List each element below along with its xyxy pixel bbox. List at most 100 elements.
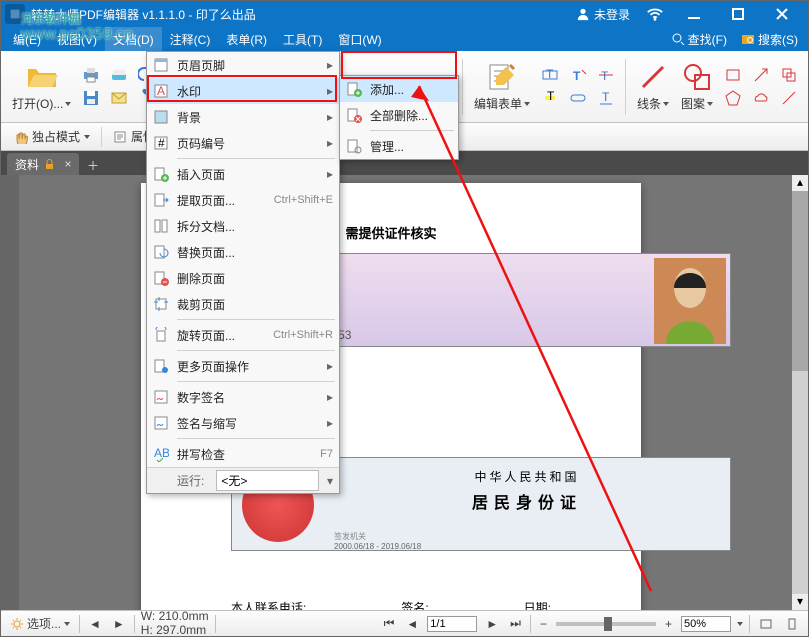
zoom-in-button[interactable]: + [662,616,675,632]
options-button[interactable]: 选项... [7,614,73,633]
run-row[interactable]: 运行:<无>▾ [147,467,339,493]
scrollbar-vertical[interactable]: ▴ ▾ [792,175,808,610]
submenu-item-rmall[interactable]: 全部删除... [340,102,458,128]
menu-item-del[interactable]: 删除页面 [147,265,339,291]
menu-item-pn[interactable]: #页码编号▸ [147,130,339,156]
line-icon [637,61,669,93]
app-icon [5,4,25,24]
menu-item-ins[interactable]: 插入页面▸ [147,161,339,187]
find-label: 查找(F) [688,31,727,48]
footer-sign: 签名: [401,599,428,610]
menu-document[interactable]: 文档(D) [105,27,162,51]
save-button[interactable] [78,87,104,109]
menu-item-hf[interactable]: 页眉页脚▸ [147,52,339,78]
link-button[interactable] [565,87,591,109]
menu-item-spc[interactable]: ABC拼写检查F7 [147,441,339,467]
submenu-item-add[interactable]: 添加... [340,76,458,102]
back-button[interactable]: ◄ [86,616,104,632]
underline-button[interactable]: T [593,87,619,109]
svg-text:ABC: ABC [154,446,169,460]
last-page-button[interactable]: ⏭ [507,615,524,632]
shape-rect[interactable] [720,64,746,86]
menu-tools[interactable]: 工具(T) [275,27,330,51]
search-label: 搜索(S) [758,31,798,48]
svg-text:T: T [602,90,610,104]
minimize-button[interactable] [672,1,716,27]
exclusive-mode-button[interactable]: 独占模式 [7,125,97,148]
menu-item-sig[interactable]: 数字签名▸ [147,384,339,410]
status-bar: 选项... ◄ ► W: 210.0mm H: 297.0mm ⏮ ◄ ► ⏭ … [1,610,808,636]
menu-item-wm[interactable]: A水印▸ [147,78,339,104]
shape-line2[interactable] [776,87,802,109]
email-button[interactable] [106,87,132,109]
menu-item-rot[interactable]: 旋转页面...Ctrl+Shift+R [147,322,339,348]
menu-annotate[interactable]: 注释(C) [162,27,219,51]
shapes-label: 图案 [681,95,705,112]
shape-poly[interactable] [720,87,746,109]
menu-item-bg[interactable]: 背景▸ [147,104,339,130]
menu-window[interactable]: 窗口(W) [330,27,389,51]
wifi-icon [638,1,672,27]
submenu-item-mgr[interactable]: 管理... [340,133,458,159]
menu-item-more[interactable]: 更多页面操作▸ [147,353,339,379]
close-button[interactable] [760,1,804,27]
maximize-button[interactable] [716,1,760,27]
login-label: 未登录 [594,6,630,23]
prev-page-button[interactable]: ◄ [403,616,421,632]
close-tab-button[interactable]: × [61,157,75,171]
title-bar: 转转大师PDF编辑器 v1.1.1.0 - 印了么出品 未登录 [1,1,808,27]
lines-button[interactable]: 线条 [632,58,674,115]
zoom-slider[interactable] [556,622,656,626]
fwd-button[interactable]: ► [110,616,128,632]
edit-form-icon [486,61,518,93]
shape-cloud[interactable] [748,87,774,109]
find-button[interactable]: 查找(F) [665,31,733,48]
lines-label: 线条 [637,95,661,112]
search-button[interactable]: 搜索(S) [735,31,804,48]
scan-button[interactable] [106,64,132,86]
menu-item-ext[interactable]: 提取页面...Ctrl+Shift+E [147,187,339,213]
menu-item-sab[interactable]: 签名与缩写▸ [147,410,339,436]
print-button[interactable] [78,64,104,86]
menu-form[interactable]: 表单(R) [218,27,275,51]
first-page-button[interactable]: ⏮ [381,615,398,632]
shape-arrow[interactable] [748,64,774,86]
svg-text:T: T [547,89,555,103]
menu-item-spl[interactable]: 拆分文档... [147,213,339,239]
options-label: 选项... [27,615,61,632]
menu-view[interactable]: 视图(V) [49,27,105,51]
watermark-submenu: 添加...全部删除... 管理... [339,75,459,160]
next-page-button[interactable]: ► [483,616,501,632]
edit-form-label: 编辑表单 [474,95,522,112]
shape-crop[interactable] [776,64,802,86]
zoom-out-button[interactable]: − [537,616,550,632]
edit-form-button[interactable]: 编辑表单 [469,58,535,115]
gear-icon [10,617,24,631]
menu-item-crp[interactable]: 裁剪页面 [147,291,339,317]
folder-search-icon [741,32,755,46]
text-button[interactable]: T [565,64,591,86]
text-field-button[interactable]: T [537,64,563,86]
menu-item-rep[interactable]: 替换页面... [147,239,339,265]
fit-page-button[interactable] [782,616,802,632]
login-button[interactable]: 未登录 [568,1,638,27]
shapes-icon [681,61,713,93]
svg-text:T: T [573,69,581,83]
zoom-input[interactable] [681,616,731,632]
highlight-button[interactable]: T [537,87,563,109]
document-view[interactable]: 需提供证件核实 姓名 某 某 性别 民族 出生 住址 2102081988052… [1,175,808,610]
shapes-button[interactable]: 图案 [676,58,718,115]
open-button[interactable]: 打开(O)... [7,58,76,115]
page-input[interactable] [427,616,477,632]
sidebar-collapsed[interactable] [1,175,19,610]
id-type: 居民身份证 [334,489,720,513]
menu-bar: 编(E) 视图(V) 文档(D) 注释(C) 表单(R) 工具(T) 窗口(W)… [1,27,808,51]
strikethrough-button[interactable]: T [593,64,619,86]
document-tab[interactable]: 资料 × [7,153,79,175]
svg-text:A: A [157,84,165,98]
new-tab-button[interactable]: ＋ [83,155,103,175]
text-icon: T [569,66,587,84]
document-menu-dropdown: 页眉页脚▸A水印▸背景▸#页码编号▸ 插入页面▸提取页面...Ctrl+Shift… [146,51,340,494]
fit-width-button[interactable] [756,616,776,632]
menu-edit[interactable]: 编(E) [5,27,49,51]
